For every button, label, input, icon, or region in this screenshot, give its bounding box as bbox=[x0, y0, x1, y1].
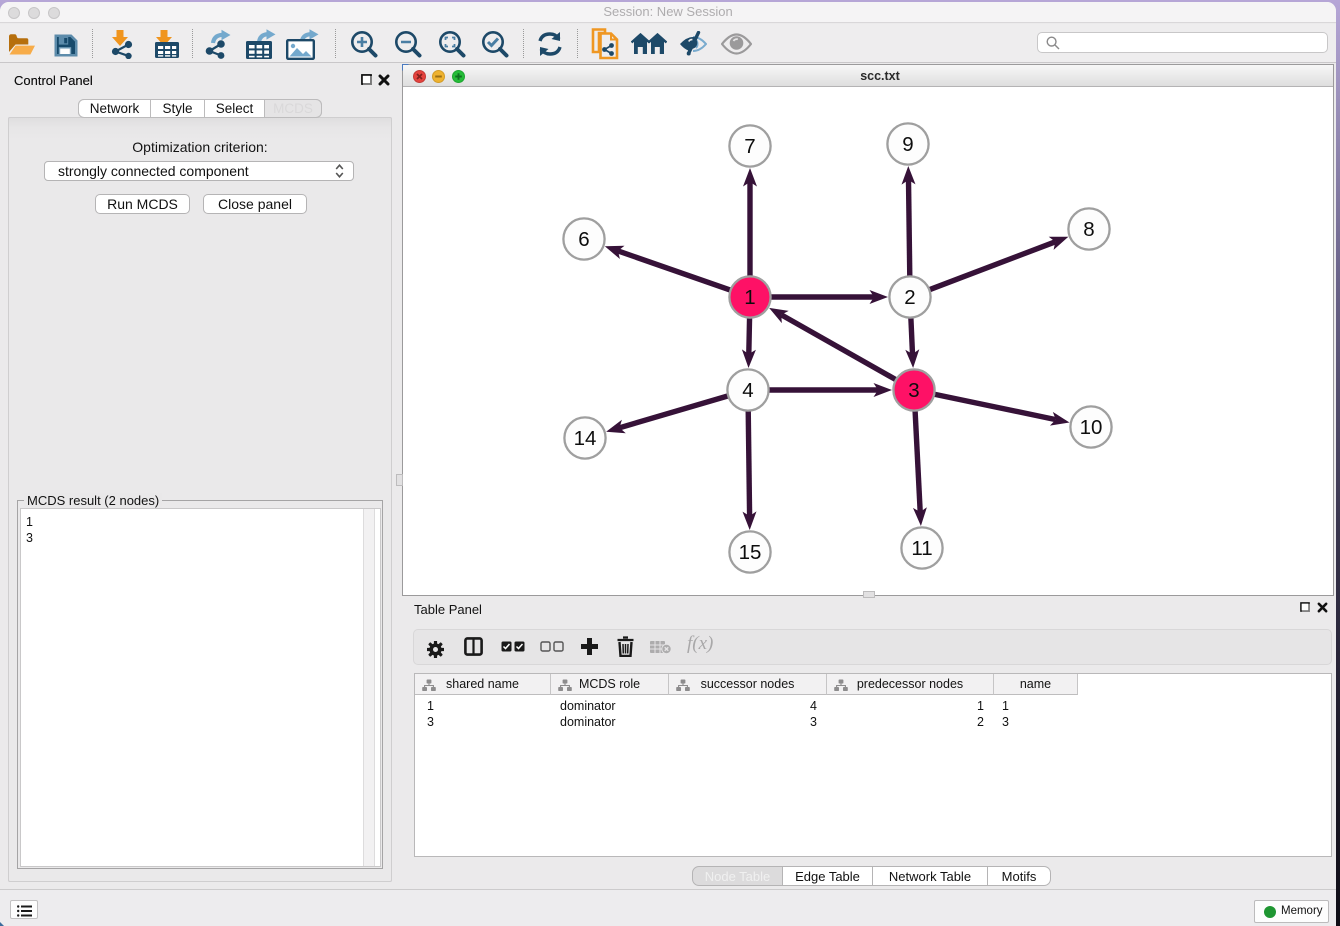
svg-text:7: 7 bbox=[744, 135, 755, 158]
svg-text:6: 6 bbox=[578, 228, 589, 251]
svg-text:9: 9 bbox=[902, 133, 913, 156]
svg-text:2: 2 bbox=[904, 286, 915, 309]
svg-text:14: 14 bbox=[574, 427, 597, 450]
svg-text:10: 10 bbox=[1080, 416, 1103, 439]
svg-text:11: 11 bbox=[911, 537, 932, 560]
svg-text:1: 1 bbox=[744, 286, 755, 309]
svg-text:15: 15 bbox=[739, 541, 762, 564]
svg-text:3: 3 bbox=[908, 379, 919, 402]
svg-text:4: 4 bbox=[742, 379, 753, 402]
svg-text:8: 8 bbox=[1083, 218, 1094, 241]
